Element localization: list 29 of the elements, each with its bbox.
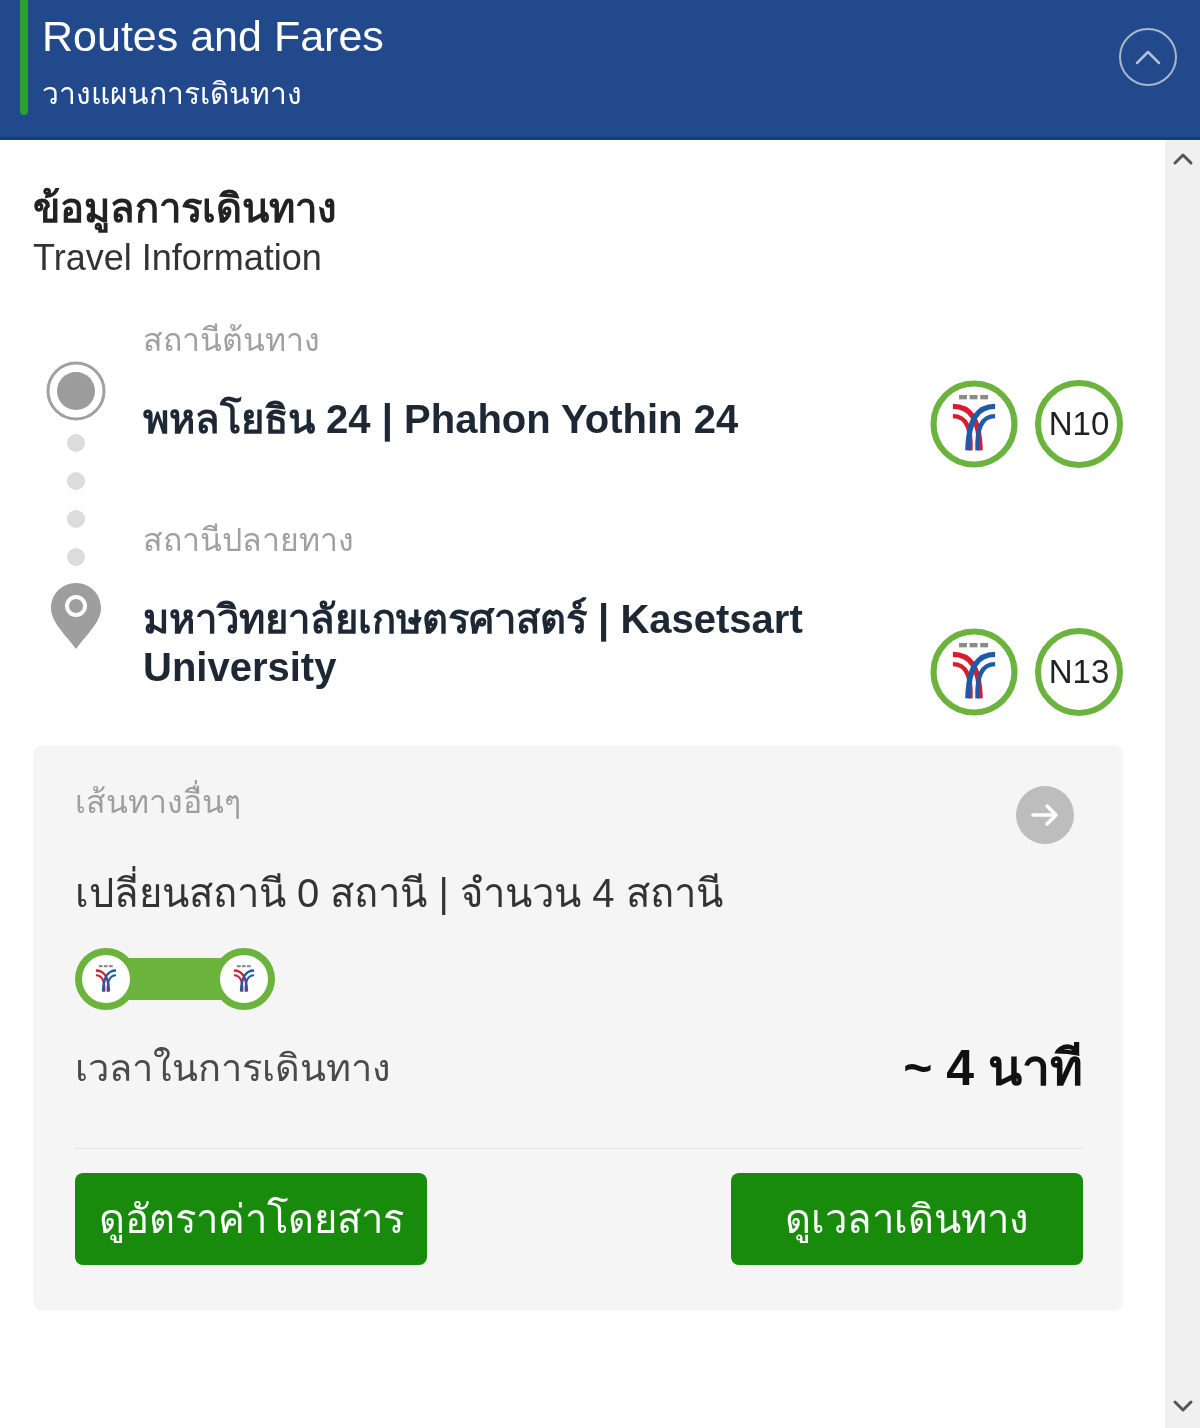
travel-time-label: เวลาในการเดินทาง (75, 1046, 391, 1091)
station-label: สถานีต้นทาง (143, 321, 321, 360)
dot-icon (67, 434, 85, 452)
transit-logo-icon (82, 955, 130, 1003)
station-name: พหลโยธิน 24 | Phahon Yothin 24 (143, 395, 740, 444)
dot-icon (67, 510, 85, 528)
station-label: สถานีปลายทาง (143, 521, 355, 560)
action-button[interactable]: ดูอัตราค่าโดยสาร (75, 1173, 427, 1265)
chevron-up-icon[interactable] (1171, 152, 1194, 166)
station-code: N13 (1035, 628, 1123, 716)
card-heading: เส้นทางอื่นๆ (75, 782, 241, 822)
station-name: มหาวิทยาลัยเกษตรศาสตร์ | Kasetsart University (143, 596, 804, 691)
section-subtitle: Travel Information (33, 238, 323, 278)
transit-logo-icon (220, 955, 268, 1003)
collapse-button[interactable] (1119, 28, 1177, 86)
header-subtitle: วางแผนการเดินทาง (42, 76, 303, 112)
transit-logo-icon (930, 380, 1018, 468)
action-button[interactable]: ดูเวลาเดินทาง (731, 1173, 1083, 1265)
ring-dot-icon (46, 361, 106, 421)
chevron-down-icon[interactable] (1171, 1399, 1194, 1413)
station-code: N10 (1035, 380, 1123, 468)
map-pin-icon (50, 582, 102, 650)
dot-icon (67, 548, 85, 566)
header-title: Routes and Fares (42, 12, 385, 60)
chevron-up-icon (1134, 48, 1162, 66)
section-title: ข้อมูลการเดินทาง (33, 183, 1123, 233)
dot-icon (67, 472, 85, 490)
travel-time-value: ~ 4 นาที (903, 1039, 1083, 1098)
transit-logo-icon (930, 628, 1018, 716)
